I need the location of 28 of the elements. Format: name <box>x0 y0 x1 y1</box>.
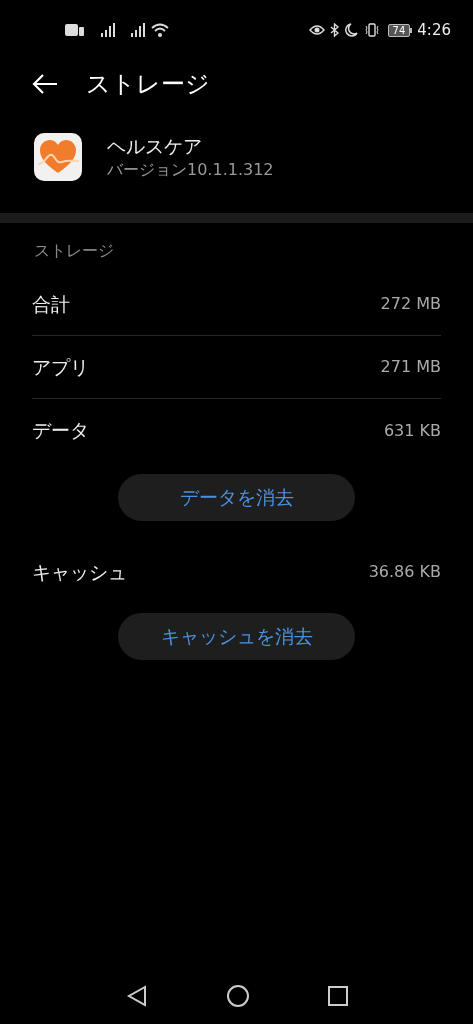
moon-icon <box>344 23 358 37</box>
signal-icon <box>131 23 147 37</box>
clear-button[interactable]: データを消去 <box>118 474 355 521</box>
app-version: バージョン10.1.1.312 <box>107 159 274 181</box>
row-label: キャッシュ <box>32 559 127 585</box>
page-title: ストレージ <box>86 69 210 100</box>
vibrate-icon <box>363 23 380 37</box>
battery-level: 74 <box>387 23 411 37</box>
back-icon[interactable] <box>32 74 58 94</box>
section-title: ストレージ <box>33 240 115 261</box>
app-name: ヘルスケア <box>107 134 203 159</box>
bluetooth-icon <box>329 23 339 37</box>
row-value: 272 MB <box>380 293 441 315</box>
row-label: アプリ <box>32 354 89 380</box>
row-value: 631 KB <box>383 419 441 442</box>
recents-nav-icon[interactable] <box>327 986 348 1006</box>
row-value: 271 MB <box>380 356 441 378</box>
home-nav-icon[interactable] <box>225 984 250 1008</box>
row-label: データ <box>32 418 89 444</box>
row-value: 36.86 KB <box>368 561 441 583</box>
wifi-icon <box>151 22 169 38</box>
back-nav-icon[interactable] <box>125 985 148 1007</box>
clear-button[interactable]: キャッシュを消去 <box>118 613 355 660</box>
status-time: 4:26 <box>417 19 451 41</box>
row-label: 合計 <box>32 291 70 317</box>
signal-icon <box>101 23 117 37</box>
heart-app-icon <box>34 133 82 181</box>
eye-icon <box>308 24 325 36</box>
